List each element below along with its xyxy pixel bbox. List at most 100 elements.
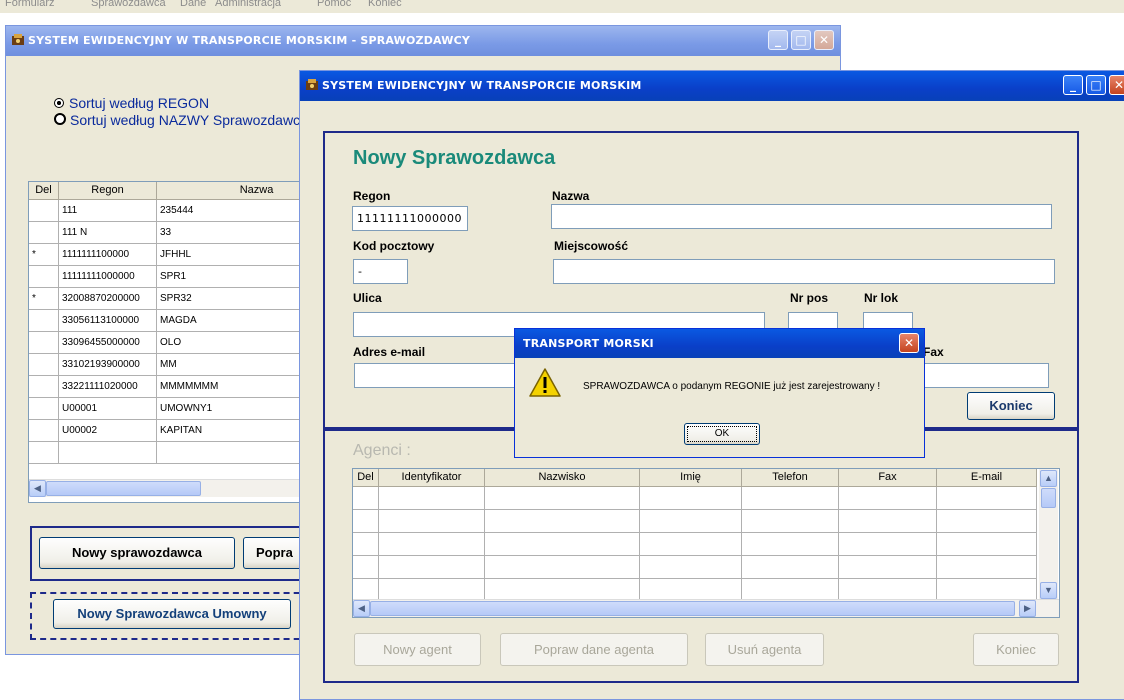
agent-empty-cell[interactable] [742, 556, 839, 579]
agent-col-3[interactable]: Imię [640, 469, 742, 487]
close-button[interactable]: ✕ [814, 30, 834, 50]
row-del-cell[interactable] [29, 376, 59, 398]
agent-empty-cell[interactable] [742, 510, 839, 533]
col-del[interactable]: Del [29, 182, 59, 200]
dialog-close-button[interactable]: ✕ [899, 333, 919, 353]
grid-hscroll[interactable]: ◀ [29, 479, 309, 497]
row-regon-cell[interactable]: 1111111100000 [59, 244, 157, 266]
row-del-cell[interactable] [29, 398, 59, 420]
row-del-cell[interactable] [29, 222, 59, 244]
vscroll-thumb[interactable] [1041, 488, 1056, 508]
row-del-cell[interactable] [29, 200, 59, 222]
row-del-cell[interactable] [29, 266, 59, 288]
agent-empty-cell[interactable] [937, 510, 1037, 533]
koniec-agents-button[interactable]: Koniec [973, 633, 1059, 666]
agent-empty-cell[interactable] [353, 510, 379, 533]
row-regon-cell[interactable]: 11111111000000 [59, 266, 157, 288]
agent-empty-cell[interactable] [379, 533, 485, 556]
row-nazwa-cell[interactable]: 33 [157, 222, 309, 244]
agent-empty-cell[interactable] [640, 556, 742, 579]
empty-cell[interactable] [59, 442, 157, 464]
nowy-agent-button[interactable]: Nowy agent [354, 633, 481, 666]
agent-col-6[interactable]: E-mail [937, 469, 1037, 487]
menu-formularz[interactable]: Formularz [5, 0, 55, 9]
agent-empty-cell[interactable] [839, 556, 937, 579]
maximize-button[interactable]: □ [791, 30, 811, 50]
usun-agenta-button[interactable]: Usuń agenta [705, 633, 824, 666]
agent-col-5[interactable]: Fax [839, 469, 937, 487]
row-nazwa-cell[interactable]: MM [157, 354, 309, 376]
regon-input[interactable]: 11111111000000 [352, 206, 468, 231]
agent-empty-cell[interactable] [379, 510, 485, 533]
agent-empty-cell[interactable] [742, 533, 839, 556]
agents-vscroll[interactable]: ▲ ▼ [1039, 469, 1058, 599]
menu-koniec[interactable]: Koniec [368, 0, 402, 9]
dialog-titlebar[interactable]: TRANSPORT MORSKI ✕ [515, 329, 924, 358]
sprawozdawcy-grid[interactable]: Del Regon Nazwa 111 235444 111 N 33 * 1111111… [28, 181, 310, 503]
menu-pomoc[interactable]: Pomoc [317, 0, 351, 9]
agent-empty-cell[interactable] [353, 556, 379, 579]
row-regon-cell[interactable]: 32008870200000 [59, 288, 157, 310]
row-regon-cell[interactable]: 33056113100000 [59, 310, 157, 332]
scroll-left-button[interactable]: ◀ [353, 600, 370, 617]
row-nazwa-cell[interactable]: JFHHL [157, 244, 309, 266]
agent-empty-cell[interactable] [485, 510, 640, 533]
sprawozdawcy-titlebar[interactable]: SYSTEM EWIDENCYJNY W TRANSPORCIE MORSKIM… [6, 26, 840, 56]
nazwa-input[interactable] [551, 204, 1052, 229]
row-regon-cell[interactable]: 111 [59, 200, 157, 222]
row-regon-cell[interactable]: U00002 [59, 420, 157, 442]
miejscowosc-input[interactable] [553, 259, 1055, 284]
col-nazwa[interactable]: Nazwa [157, 182, 309, 200]
row-nazwa-cell[interactable]: OLO [157, 332, 309, 354]
row-regon-cell[interactable]: 33102193900000 [59, 354, 157, 376]
sort-nazwa-option[interactable]: Sortuj według NAZWY Sprawozdawcy [54, 112, 307, 128]
row-nazwa-cell[interactable]: MAGDA [157, 310, 309, 332]
agent-empty-cell[interactable] [839, 533, 937, 556]
scroll-left-button[interactable]: ◀ [29, 480, 46, 497]
hscroll-thumb[interactable] [370, 601, 1015, 616]
agent-empty-cell[interactable] [839, 487, 937, 510]
agent-empty-cell[interactable] [839, 510, 937, 533]
agent-empty-cell[interactable] [742, 487, 839, 510]
maximize-button[interactable]: □ [1086, 75, 1106, 95]
minimize-button[interactable]: _ [1063, 75, 1083, 95]
row-nazwa-cell[interactable]: MMMMMMM [157, 376, 309, 398]
row-del-cell[interactable] [29, 310, 59, 332]
menu-dane[interactable]: Dane [180, 0, 206, 9]
ok-button[interactable]: OK [684, 423, 760, 445]
email-input[interactable] [354, 363, 524, 388]
agent-empty-cell[interactable] [353, 487, 379, 510]
agent-empty-cell[interactable] [379, 556, 485, 579]
col-regon[interactable]: Regon [59, 182, 157, 200]
row-del-cell[interactable] [29, 354, 59, 376]
row-del-cell[interactable]: * [29, 244, 59, 266]
row-regon-cell[interactable]: 33221111020000 [59, 376, 157, 398]
agent-col-1[interactable]: Identyfikator [379, 469, 485, 487]
row-del-cell[interactable] [29, 420, 59, 442]
scroll-down-button[interactable]: ▼ [1040, 582, 1057, 599]
minimize-button[interactable]: _ [768, 30, 788, 50]
row-regon-cell[interactable]: 33096455000000 [59, 332, 157, 354]
fax-input[interactable] [920, 363, 1049, 388]
empty-cell[interactable] [157, 442, 309, 464]
row-del-cell[interactable]: * [29, 288, 59, 310]
koniec-button[interactable]: Koniec [967, 392, 1055, 420]
nowy-sprawozdawca-titlebar[interactable]: SYSTEM EWIDENCYJNY W TRANSPORCIE MORSKIM… [300, 71, 1124, 101]
nowy-sprawozdawca-button[interactable]: Nowy sprawozdawca [39, 537, 235, 569]
empty-cell[interactable] [29, 442, 59, 464]
agent-empty-cell[interactable] [640, 510, 742, 533]
agent-col-4[interactable]: Telefon [742, 469, 839, 487]
scroll-up-button[interactable]: ▲ [1040, 470, 1057, 487]
agent-empty-cell[interactable] [485, 556, 640, 579]
agent-empty-cell[interactable] [640, 533, 742, 556]
nowy-sprawozdawca-umowny-button[interactable]: Nowy Sprawozdawca Umowny [53, 599, 291, 629]
row-nazwa-cell[interactable]: SPR1 [157, 266, 309, 288]
agent-col-2[interactable]: Nazwisko [485, 469, 640, 487]
row-nazwa-cell[interactable]: 235444 [157, 200, 309, 222]
agent-empty-cell[interactable] [937, 533, 1037, 556]
row-nazwa-cell[interactable]: SPR32 [157, 288, 309, 310]
kod-pocztowy-input[interactable]: - [353, 259, 408, 284]
menu-sprawozdawca[interactable]: Sprawozdawca [91, 0, 166, 9]
agent-empty-cell[interactable] [937, 487, 1037, 510]
agents-grid[interactable]: Del Identyfikator Nazwisko Imię Telefon Fax E-… [352, 468, 1060, 618]
